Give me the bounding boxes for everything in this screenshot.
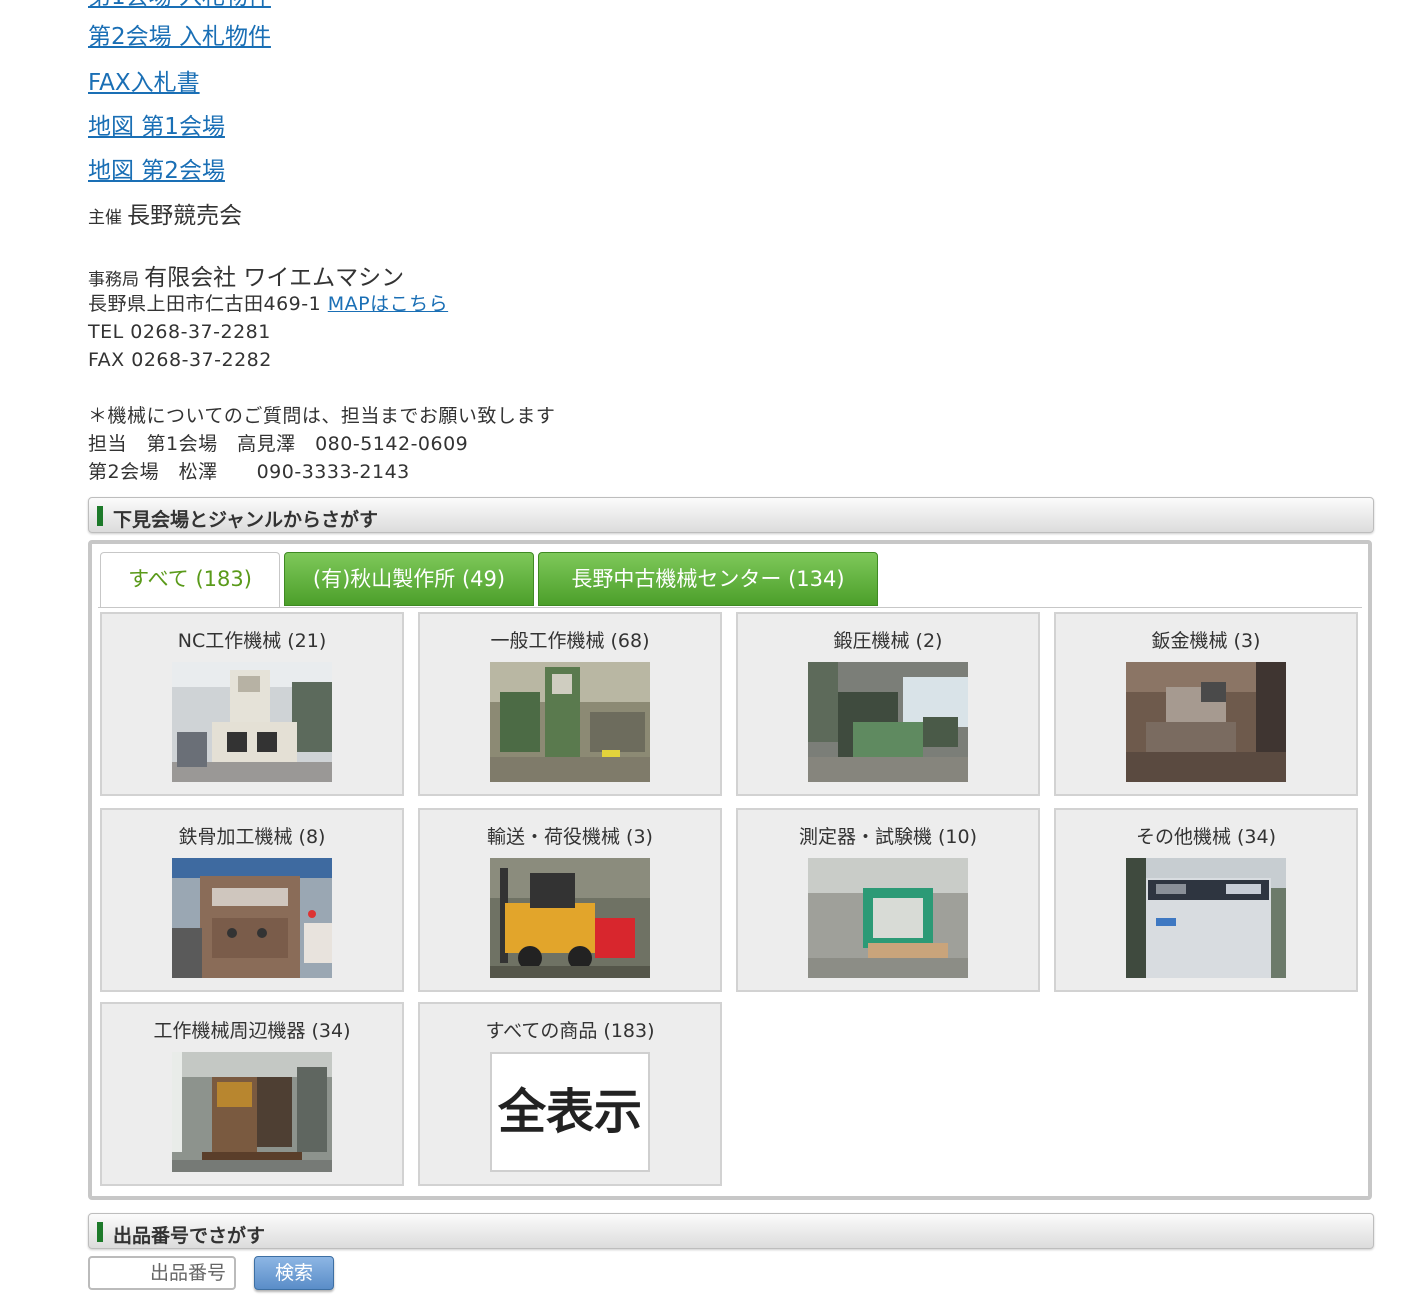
genre-thumbnail[interactable]: [1126, 858, 1286, 978]
link-venue2-items[interactable]: 第2会場 入札物件: [88, 22, 271, 52]
contact-line-2: 第2会場 松澤 090-3333-2143: [88, 461, 410, 483]
genre-label: その他機械 (34): [1135, 826, 1277, 848]
genre-thumbnail[interactable]: [808, 662, 968, 782]
office-label: 事務局: [88, 270, 139, 290]
tab-akiyama[interactable]: (有)秋山製作所 (49): [284, 552, 534, 606]
organizer-name: 長野競売会: [127, 203, 243, 229]
map-link[interactable]: MAPはこちら: [328, 293, 448, 315]
office-address: 長野県上田市仁古田469-1: [88, 293, 322, 315]
link-fax-bid[interactable]: FAX入札書: [88, 68, 200, 98]
genre-label: 鈑金機械 (3): [1151, 630, 1261, 652]
genre-card-all-products[interactable]: すべての商品 (183) 全表示: [418, 1002, 722, 1186]
genre-card-measuring[interactable]: 測定器・試験機 (10): [736, 808, 1040, 992]
organizer-label: 主催: [88, 208, 122, 228]
genre-card-forging[interactable]: 鍛圧機械 (2): [736, 612, 1040, 796]
genre-label: 工作機械周辺機器 (34): [153, 1020, 351, 1042]
item-number-input[interactable]: [88, 1256, 236, 1290]
genre-label: NC工作機械 (21): [177, 630, 327, 652]
genre-label: 輸送・荷役機械 (3): [487, 826, 653, 848]
genre-card-peripheral[interactable]: 工作機械周辺機器 (34): [100, 1002, 404, 1186]
genre-card-nc[interactable]: NC工作機械 (21): [100, 612, 404, 796]
organizer-line: 主催 長野競売会: [88, 196, 242, 230]
genre-label: 鉄骨加工機械 (8): [178, 826, 326, 848]
tab-nagano-center[interactable]: 長野中古機械センター (134): [538, 552, 878, 606]
show-all-thumbnail[interactable]: 全表示: [490, 1052, 650, 1172]
contact-note: ＊機械についてのご質問は、担当までお願い致します: [88, 405, 556, 427]
genre-thumbnail[interactable]: [172, 858, 332, 978]
office-address-line: 長野県上田市仁古田469-1 MAPはこちら: [88, 290, 448, 318]
office-tel: TEL 0268-37-2281: [88, 321, 271, 343]
genre-thumbnail[interactable]: [490, 662, 650, 782]
genre-label: 測定器・試験機 (10): [798, 826, 978, 848]
genre-thumbnail[interactable]: [490, 858, 650, 978]
search-button[interactable]: 検索: [254, 1256, 334, 1290]
section-header-item-number: 出品番号でさがす: [88, 1213, 1374, 1249]
genre-card-general[interactable]: 一般工作機械 (68): [418, 612, 722, 796]
genre-card-sheetmetal[interactable]: 鈑金機械 (3): [1054, 612, 1358, 796]
genre-label: すべての商品 (183): [485, 1020, 655, 1042]
section-marker: [97, 1222, 103, 1242]
genre-thumbnail[interactable]: [808, 858, 968, 978]
section-marker: [97, 506, 103, 526]
genre-label: 鍛圧機械 (2): [833, 630, 943, 652]
office-name: 有限会社 ワイエムマシン: [144, 265, 405, 291]
genre-thumbnail[interactable]: [1126, 662, 1286, 782]
genre-card-transport[interactable]: 輸送・荷役機械 (3): [418, 808, 722, 992]
link-venue1-items[interactable]: 第1会場 入札物件: [88, 0, 271, 12]
genre-card-other[interactable]: その他機械 (34): [1054, 808, 1358, 992]
genre-card-steel[interactable]: 鉄骨加工機械 (8): [100, 808, 404, 992]
section-title: 下見会場とジャンルからさがす: [113, 509, 379, 531]
office-line: 事務局 有限会社 ワイエムマシン: [88, 258, 404, 292]
genre-panel: すべて (183) (有)秋山製作所 (49) 長野中古機械センター (134)…: [88, 540, 1372, 1200]
genre-label: 一般工作機械 (68): [490, 630, 650, 652]
link-map-venue1[interactable]: 地図 第1会場: [88, 112, 225, 142]
tab-divider: [98, 607, 1362, 608]
genre-thumbnail[interactable]: [172, 662, 332, 782]
section-header-venue-genre: 下見会場とジャンルからさがす: [88, 497, 1374, 533]
genre-thumbnail[interactable]: [172, 1052, 332, 1172]
office-fax: FAX 0268-37-2282: [88, 349, 272, 371]
tab-all[interactable]: すべて (183): [100, 552, 280, 608]
contact-line-1: 担当 第1会場 高見澤 080-5142-0609: [88, 433, 469, 455]
section-title: 出品番号でさがす: [113, 1225, 266, 1247]
link-map-venue2[interactable]: 地図 第2会場: [88, 156, 225, 186]
